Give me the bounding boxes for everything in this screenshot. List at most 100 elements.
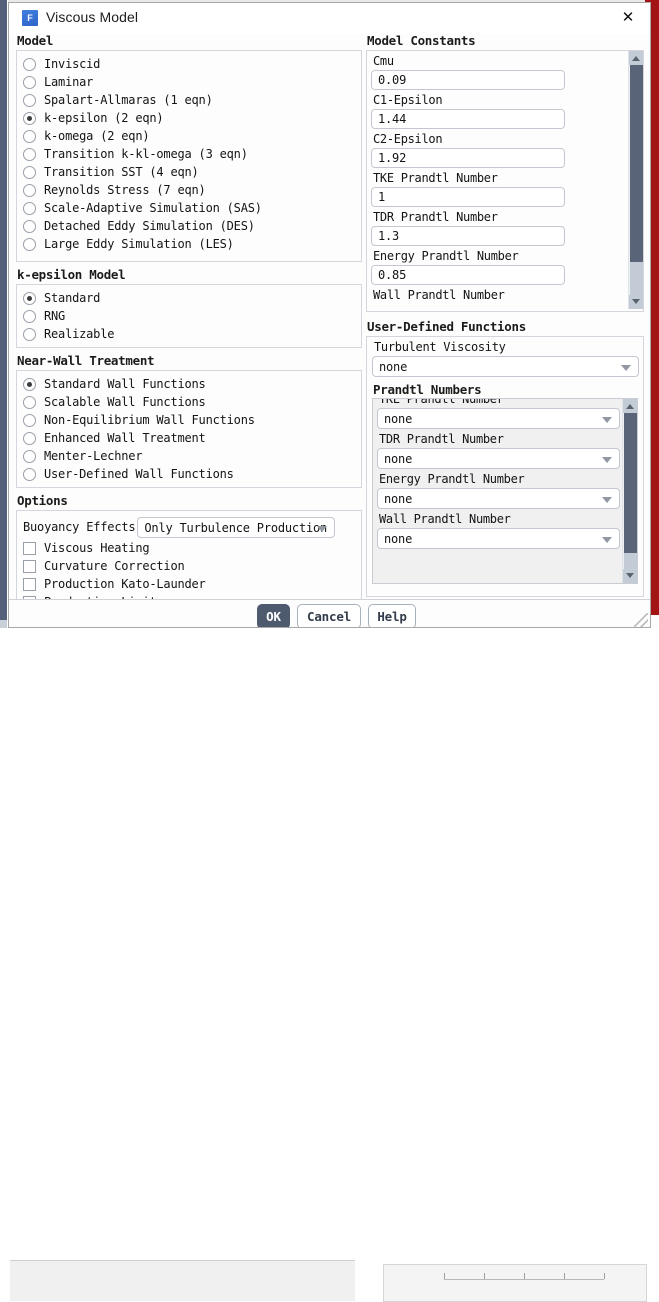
background-panel-right (383, 1264, 647, 1302)
prandtl-numbers-group-title: Prandtl Numbers (373, 382, 638, 397)
input-c1-epsilon[interactable]: 1.44 (371, 109, 565, 129)
near-wall-option-menter-lechner[interactable]: Menter-Lechner (23, 447, 355, 465)
radio-spalart-allmaras[interactable] (23, 94, 36, 107)
model-option-transition-sst[interactable]: Transition SST (4 eqn) (23, 163, 355, 181)
model-option-label: Inviscid (44, 57, 100, 71)
model-option-k-omega[interactable]: k-omega (2 eqn) (23, 127, 355, 145)
resize-grip[interactable] (634, 613, 648, 627)
field-label-wall-prandtl-number-clipped: Wall Prandtl Number (373, 288, 629, 302)
radio-non-equilibrium-wall-functions[interactable] (23, 414, 36, 427)
close-icon[interactable]: ✕ (616, 7, 640, 29)
near-wall-option-label: Scalable Wall Functions (44, 395, 206, 409)
near-wall-option-scalable-wall-functions[interactable]: Scalable Wall Functions (23, 393, 355, 411)
scroll-up-icon[interactable] (623, 399, 637, 413)
near-wall-option-non-equilibrium-wall-functions[interactable]: Non-Equilibrium Wall Functions (23, 411, 355, 429)
kepsilon-option-standard[interactable]: Standard (23, 289, 355, 307)
buoyancy-effects-label: Buoyancy Effects (23, 520, 135, 534)
udf-select-wall-prandtl-number[interactable]: none (377, 528, 620, 549)
model-option-label: Reynolds Stress (7 eqn) (44, 183, 206, 197)
checkbox-production-kato-launder[interactable] (23, 578, 36, 591)
model-option-sas[interactable]: Scale-Adaptive Simulation (SAS) (23, 199, 355, 217)
model-option-spalart-allmaras[interactable]: Spalart-Allmaras (1 eqn) (23, 91, 355, 109)
input-c2-epsilon[interactable]: 1.92 (371, 148, 565, 168)
udf-label-wall-prandtl-number: Wall Prandtl Number (379, 512, 622, 526)
option-curvature-correction[interactable]: Curvature Correction (23, 557, 355, 575)
radio-scale-adaptive-simulation[interactable] (23, 202, 36, 215)
kepsilon-group-title: k-epsilon Model (17, 267, 362, 282)
input-tke-prandtl-number[interactable]: 1 (371, 187, 565, 207)
radio-detached-eddy-simulation[interactable] (23, 220, 36, 233)
scrollbar-thumb[interactable] (624, 413, 637, 553)
model-option-des[interactable]: Detached Eddy Simulation (DES) (23, 217, 355, 235)
buoyancy-effects-value: Only Turbulence Production (144, 521, 327, 535)
checkbox-viscous-heating[interactable] (23, 542, 36, 555)
scrollbar-thumb[interactable] (630, 65, 643, 262)
radio-reynolds-stress[interactable] (23, 184, 36, 197)
model-option-label: Detached Eddy Simulation (DES) (44, 219, 255, 233)
cancel-button[interactable]: Cancel (297, 604, 361, 628)
input-tdr-prandtl-number[interactable]: 1.3 (371, 226, 565, 246)
model-option-les[interactable]: Large Eddy Simulation (LES) (23, 235, 355, 253)
kepsilon-option-rng[interactable]: RNG (23, 307, 355, 325)
model-option-laminar[interactable]: Laminar (23, 73, 355, 91)
model-option-transition-k-kl-omega[interactable]: Transition k-kl-omega (3 eqn) (23, 145, 355, 163)
chevron-down-icon (621, 365, 631, 371)
chevron-down-icon (602, 457, 612, 463)
viscous-model-dialog: F Viscous Model ✕ Model Inviscid Laminar… (8, 2, 651, 628)
turbulent-viscosity-select[interactable]: none (372, 356, 639, 377)
model-option-k-epsilon[interactable]: k-epsilon (2 eqn) (23, 109, 355, 127)
radio-user-defined-wall-functions[interactable] (23, 468, 36, 481)
radio-menter-lechner[interactable] (23, 450, 36, 463)
radio-transition-k-kl-omega[interactable] (23, 148, 36, 161)
options-group-box: Buoyancy Effects Only Turbulence Product… (16, 510, 362, 609)
model-constants-scrollbar[interactable] (628, 51, 643, 309)
kepsilon-option-realizable[interactable]: Realizable (23, 325, 355, 343)
model-group-box: Inviscid Laminar Spalart-Allmaras (1 eqn… (16, 50, 362, 262)
input-cmu[interactable]: 0.09 (371, 70, 565, 90)
radio-scalable-wall-functions[interactable] (23, 396, 36, 409)
prandtl-numbers-scrollbar[interactable] (622, 399, 637, 583)
radio-rng[interactable] (23, 310, 36, 323)
radio-enhanced-wall-treatment[interactable] (23, 432, 36, 445)
udf-select-energy-prandtl-number[interactable]: none (377, 488, 620, 509)
udf-value-tdr-prandtl-number: none (384, 452, 412, 466)
near-wall-option-user-defined-wall-functions[interactable]: User-Defined Wall Functions (23, 465, 355, 483)
help-button[interactable]: Help (368, 604, 416, 628)
near-wall-option-label: Menter-Lechner (44, 449, 142, 463)
kepsilon-option-label: Realizable (44, 327, 114, 341)
udf-select-tdr-prandtl-number[interactable]: none (377, 448, 620, 469)
model-option-inviscid[interactable]: Inviscid (23, 55, 355, 73)
model-option-reynolds-stress[interactable]: Reynolds Stress (7 eqn) (23, 181, 355, 199)
scroll-down-icon[interactable] (629, 295, 643, 309)
radio-realizable[interactable] (23, 328, 36, 341)
radio-laminar[interactable] (23, 76, 36, 89)
radio-standard-wall-functions[interactable] (23, 378, 36, 391)
ok-button[interactable]: OK (257, 604, 290, 628)
radio-transition-sst[interactable] (23, 166, 36, 179)
kepsilon-group-box: Standard RNG Realizable (16, 284, 362, 348)
radio-large-eddy-simulation[interactable] (23, 238, 36, 251)
near-wall-option-label: User-Defined Wall Functions (44, 467, 234, 481)
model-option-label: Spalart-Allmaras (1 eqn) (44, 93, 213, 107)
buoyancy-effects-select[interactable]: Only Turbulence Production (137, 517, 335, 538)
radio-k-omega[interactable] (23, 130, 36, 143)
checkbox-curvature-correction[interactable] (23, 560, 36, 573)
background-vertical-scrollbar[interactable] (0, 0, 7, 620)
scroll-up-icon[interactable] (629, 51, 643, 65)
scrollbar-track[interactable] (624, 553, 637, 569)
background-bottom-area (0, 628, 659, 672)
option-production-kato-launder[interactable]: Production Kato-Launder (23, 575, 355, 593)
radio-inviscid[interactable] (23, 58, 36, 71)
near-wall-option-standard-wall-functions[interactable]: Standard Wall Functions (23, 375, 355, 393)
udf-select-tke-prandtl-number[interactable]: none (377, 408, 620, 429)
radio-k-epsilon[interactable] (23, 112, 36, 125)
radio-standard[interactable] (23, 292, 36, 305)
model-constants-group-title: Model Constants (367, 33, 644, 48)
scrollbar-track[interactable] (630, 262, 643, 295)
near-wall-option-enhanced-wall-treatment[interactable]: Enhanced Wall Treatment (23, 429, 355, 447)
option-viscous-heating[interactable]: Viscous Heating (23, 539, 355, 557)
input-energy-prandtl-number[interactable]: 0.85 (371, 265, 565, 285)
kepsilon-option-label: Standard (44, 291, 100, 305)
dialog-titlebar: F Viscous Model ✕ (9, 3, 650, 34)
scroll-down-icon[interactable] (623, 569, 637, 583)
